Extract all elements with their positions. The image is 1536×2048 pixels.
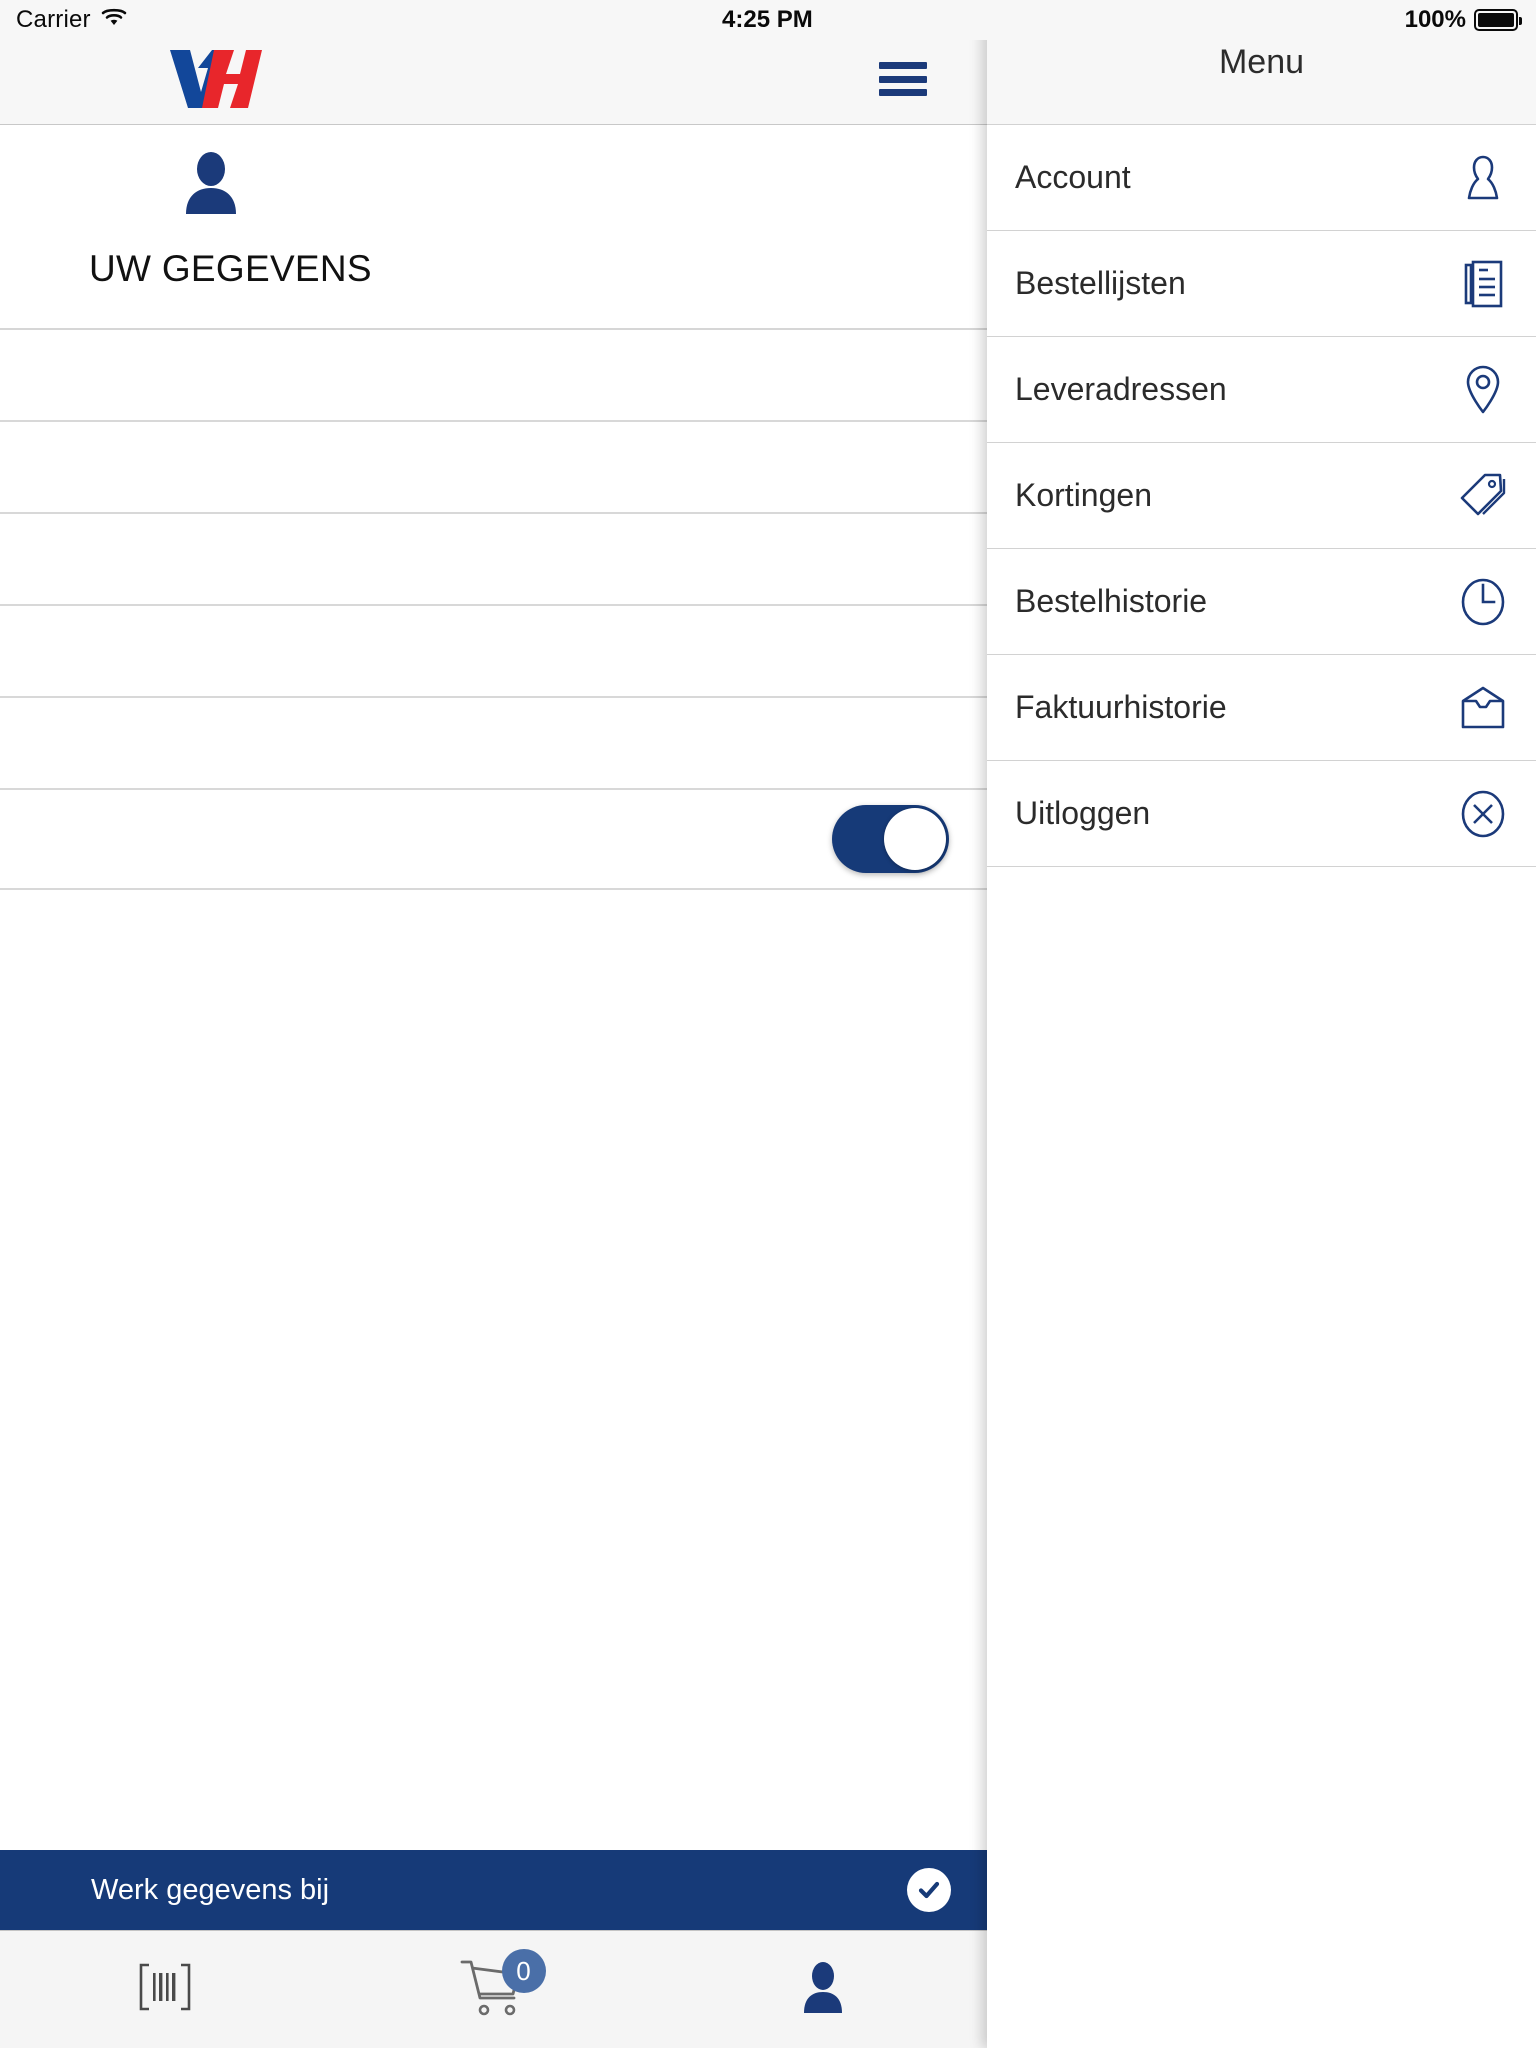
- app-root: UW GEGEVENS Werk gegevens bij 0 Menu Acc…: [0, 0, 1536, 2048]
- tab-scan[interactable]: [0, 1931, 329, 2048]
- form-row[interactable]: [0, 330, 987, 422]
- menu-item-kortingen[interactable]: Kortingen: [987, 443, 1536, 549]
- tab-account[interactable]: [658, 1931, 987, 2048]
- side-menu-drawer: Menu Account Bestellijsten Leveradressen…: [987, 0, 1536, 2048]
- close-circle-icon: [1456, 787, 1510, 841]
- menu-item-uitloggen[interactable]: Uitloggen: [987, 761, 1536, 867]
- status-bar: Carrier 4:25 PM 100%: [0, 0, 1536, 40]
- menu-item-bestelhistorie[interactable]: Bestelhistorie: [987, 549, 1536, 655]
- update-data-label: Werk gegevens bij: [91, 1873, 330, 1906]
- menu-item-label: Leveradressen: [1015, 371, 1227, 407]
- page-title: UW GEGEVENS: [89, 248, 372, 289]
- inbox-icon: [1456, 681, 1510, 735]
- check-circle-icon[interactable]: [907, 1868, 951, 1912]
- menu-item-label: Uitloggen: [1015, 795, 1151, 831]
- vh-logo[interactable]: [168, 48, 264, 110]
- battery-percent-label: 100%: [1404, 6, 1466, 33]
- profile-form-list: [0, 330, 987, 890]
- hamburger-menu-icon[interactable]: [879, 62, 927, 96]
- person-icon: [183, 152, 239, 214]
- status-right: 100%: [1404, 6, 1522, 34]
- barcode-icon: [137, 1961, 193, 2018]
- form-row[interactable]: [0, 698, 987, 790]
- price-tag-icon: [1456, 469, 1510, 523]
- update-data-button[interactable]: Werk gegevens bij: [0, 1850, 987, 1930]
- menu-item-account[interactable]: Account: [987, 125, 1536, 231]
- bottom-tab-bar: 0: [0, 1930, 987, 2048]
- cart-badge: 0: [501, 1949, 546, 1993]
- hamburger-bar: [879, 62, 927, 69]
- menu-item-leveradressen[interactable]: Leveradressen: [987, 337, 1536, 443]
- person-outline-icon: [1456, 151, 1510, 205]
- main-screen: UW GEGEVENS Werk gegevens bij 0: [0, 0, 987, 2048]
- menu-item-label: Faktuurhistorie: [1015, 689, 1227, 725]
- toggle-knob: [884, 808, 946, 870]
- menu-item-label: Bestelhistorie: [1015, 583, 1208, 619]
- menu-item-label: Kortingen: [1015, 477, 1152, 513]
- menu-item-label: Account: [1015, 159, 1131, 195]
- profile-header: UW GEGEVENS: [0, 125, 987, 330]
- form-row[interactable]: [0, 514, 987, 606]
- settings-toggle[interactable]: [832, 805, 949, 873]
- battery-full-icon: [1474, 9, 1522, 31]
- hamburger-bar: [879, 89, 927, 96]
- status-time: 4:25 PM: [722, 6, 813, 33]
- hamburger-bar: [879, 75, 927, 83]
- menu-item-bestellijsten[interactable]: Bestellijsten: [987, 231, 1536, 337]
- form-row[interactable]: [0, 422, 987, 514]
- person-icon: [801, 1961, 845, 2018]
- form-row-toggle[interactable]: [0, 790, 987, 890]
- clock-icon: [1456, 575, 1510, 629]
- drawer-title: Menu: [1218, 42, 1305, 81]
- map-pin-icon: [1456, 363, 1510, 417]
- menu-item-label: Bestellijsten: [1015, 265, 1186, 301]
- menu-item-faktuurhistorie[interactable]: Faktuurhistorie: [987, 655, 1536, 761]
- list-document-icon: [1456, 257, 1510, 311]
- form-row[interactable]: [0, 606, 987, 698]
- tab-cart[interactable]: 0: [329, 1931, 658, 2048]
